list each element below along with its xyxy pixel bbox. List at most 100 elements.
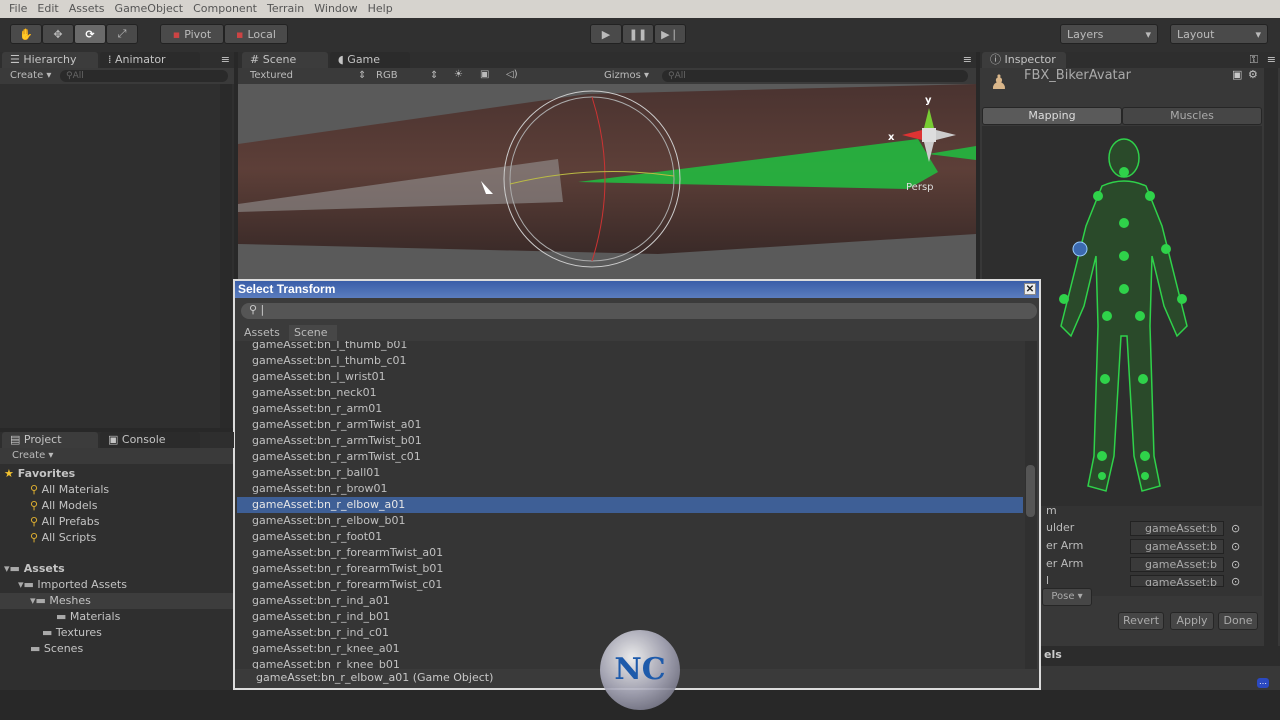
muscles-tab[interactable]: Muscles (1122, 107, 1262, 125)
imported-assets-folder[interactable]: ▾▬ Imported Assets (18, 577, 127, 593)
assets-folder[interactable]: ▾▬ Assets (4, 561, 65, 577)
bone-field[interactable]: gameAsset:b (1130, 557, 1224, 572)
panel-menu-icon[interactable]: ≡ (1267, 53, 1276, 66)
scenes-folder[interactable]: ▬ Scenes (30, 641, 83, 657)
fav-item[interactable]: ⚲ All Models (30, 498, 97, 514)
list-item[interactable]: gameAsset:bn_r_ind_a01 (237, 593, 1023, 609)
menu-gameobject[interactable]: GameObject (110, 0, 189, 18)
menu-assets[interactable]: Assets (64, 0, 110, 18)
tab-hierarchy[interactable]: ☰ Hierarchy (2, 52, 98, 68)
section-header[interactable]: els (1040, 646, 1280, 666)
fav-item[interactable]: ⚲ All Prefabs (30, 514, 100, 530)
list-item[interactable]: gameAsset:bn_l_thumb_c01 (237, 353, 1023, 369)
fav-item[interactable]: ⚲ All Scripts (30, 530, 96, 546)
rotate-tool-button[interactable]: ⟳ (74, 24, 106, 44)
object-picker-icon[interactable]: ⊙ (1231, 522, 1240, 535)
tab-animator[interactable]: ⁞ Animator (100, 52, 200, 68)
render-mode-dropdown[interactable]: RGB (376, 70, 398, 81)
step-button[interactable]: ▶❘ (654, 24, 686, 44)
list-item[interactable]: gameAsset:bn_r_forearmTwist_b01 (237, 561, 1023, 577)
image-toggle-icon[interactable]: ▣ (480, 69, 489, 80)
scale-icon: ⤢ (117, 27, 127, 40)
more-icon[interactable]: … (1257, 678, 1269, 688)
object-picker-icon[interactable]: ⊙ (1231, 558, 1240, 571)
fav-item[interactable]: ⚲ All Materials (30, 482, 109, 498)
scrollbar[interactable] (1025, 341, 1037, 669)
tab-inspector[interactable]: ⓘ Inspector (982, 52, 1066, 68)
create-dropdown[interactable]: Create ▾ (12, 450, 53, 461)
menu-help[interactable]: Help (363, 0, 398, 18)
textures-folder[interactable]: ▬ Textures (42, 625, 102, 641)
tab-project[interactable]: ▤ Project (2, 432, 98, 448)
hand-tool-button[interactable]: ✋ (10, 24, 42, 44)
audio-toggle-icon[interactable]: ◁) (506, 69, 518, 80)
list-item[interactable]: gameAsset:bn_r_ind_b01 (237, 609, 1023, 625)
lighting-toggle-icon[interactable]: ☀ (454, 69, 463, 80)
scrollbar[interactable] (220, 84, 232, 428)
list-item[interactable]: gameAsset:bn_r_forearmTwist_c01 (237, 577, 1023, 593)
list-item[interactable]: gameAsset:bn_r_armTwist_c01 (237, 449, 1023, 465)
pause-button[interactable]: ❚❚ (622, 24, 654, 44)
scene-search[interactable]: ⚲All (662, 70, 968, 82)
menu-component[interactable]: Component (188, 0, 262, 18)
revert-button[interactable]: Revert (1118, 612, 1164, 630)
layout-dropdown[interactable]: Layout ▾ (1170, 24, 1268, 44)
tab-assets[interactable]: Assets (239, 325, 289, 341)
list-item[interactable]: gameAsset:bn_r_elbow_a01 (237, 497, 1023, 513)
shading-dropdown[interactable]: Textured (250, 70, 293, 81)
bone-field[interactable]: gameAsset:b (1130, 539, 1224, 554)
list-item[interactable]: gameAsset:bn_r_armTwist_a01 (237, 417, 1023, 433)
object-picker-icon[interactable]: ⊙ (1231, 575, 1240, 588)
tab-scene[interactable]: # Scene (242, 52, 328, 68)
apply-button[interactable]: Apply (1170, 612, 1214, 630)
layout-label: Layout (1177, 27, 1215, 41)
list-item[interactable]: gameAsset:bn_r_armTwist_b01 (237, 433, 1023, 449)
panel-menu-icon[interactable]: ≡ (221, 53, 230, 66)
meshes-folder[interactable]: ▾▬ Meshes (0, 593, 234, 609)
list-item[interactable]: gameAsset:bn_r_arm01 (237, 401, 1023, 417)
menu-file[interactable]: File (4, 0, 32, 18)
local-toggle[interactable]: ▪ Local (224, 24, 288, 44)
list-item[interactable]: gameAsset:bn_l_wrist01 (237, 369, 1023, 385)
help-icon[interactable]: ▣ (1232, 68, 1242, 81)
list-item[interactable]: gameAsset:bn_r_forearmTwist_a01 (237, 545, 1023, 561)
list-item[interactable]: gameAsset:bn_r_elbow_b01 (237, 513, 1023, 529)
done-button[interactable]: Done (1218, 612, 1258, 630)
move-tool-button[interactable]: ✥ (42, 24, 74, 44)
play-button[interactable]: ▶ (590, 24, 622, 44)
menu-edit[interactable]: Edit (32, 0, 63, 18)
list-item[interactable]: gameAsset:bn_neck01 (237, 385, 1023, 401)
scrollbar-thumb[interactable] (1026, 465, 1035, 517)
gizmos-dropdown[interactable]: Gizmos ▾ (604, 70, 649, 81)
lock-icon[interactable]: ⚿ (1250, 53, 1258, 67)
list-item[interactable]: gameAsset:bn_r_brow01 (237, 481, 1023, 497)
tab-game[interactable]: ◖ Game (330, 52, 410, 68)
list-item[interactable]: gameAsset:bn_r_ball01 (237, 465, 1023, 481)
gear-icon[interactable]: ⚙ (1248, 68, 1258, 81)
pivot-toggle[interactable]: ▪ Pivot (160, 24, 224, 44)
search-input[interactable]: ⚲ | (241, 303, 1037, 319)
materials-folder[interactable]: ▬ Materials (56, 609, 120, 625)
scene-subbar: Textured ⇕ RGB ⇕ ☀ ▣ ◁) Gizmos ▾ ⚲All (238, 68, 976, 84)
object-picker-icon[interactable]: ⊙ (1231, 540, 1240, 553)
layers-dropdown[interactable]: Layers ▾ (1060, 24, 1158, 44)
menu-window[interactable]: Window (309, 0, 362, 18)
pose-dropdown[interactable]: Pose ▾ (1042, 588, 1092, 606)
create-dropdown[interactable]: Create ▾ (10, 70, 51, 81)
menu-terrain[interactable]: Terrain (262, 0, 309, 18)
tab-console[interactable]: ▣ Console (100, 432, 200, 448)
list-item[interactable]: gameAsset:bn_l_thumb_b01 (237, 341, 1023, 353)
console-icon: ▣ (108, 433, 122, 446)
scale-tool-button[interactable]: ⤢ (106, 24, 138, 44)
scrollbar[interactable] (1264, 68, 1278, 648)
bone-field[interactable]: gameAsset:b (1130, 521, 1224, 536)
scene-viewport[interactable]: y x Persp (238, 84, 976, 280)
mapping-tab[interactable]: Mapping (982, 107, 1122, 125)
hierarchy-search[interactable]: ⚲All (60, 70, 228, 82)
close-button[interactable]: ✕ (1024, 283, 1036, 295)
favorites-folder[interactable]: ★ Favorites (4, 466, 75, 482)
bone-field[interactable]: gameAsset:b (1130, 575, 1224, 587)
tab-scene[interactable]: Scene (289, 325, 337, 341)
panel-menu-icon[interactable]: ≡ (963, 53, 972, 66)
list-item[interactable]: gameAsset:bn_r_foot01 (237, 529, 1023, 545)
